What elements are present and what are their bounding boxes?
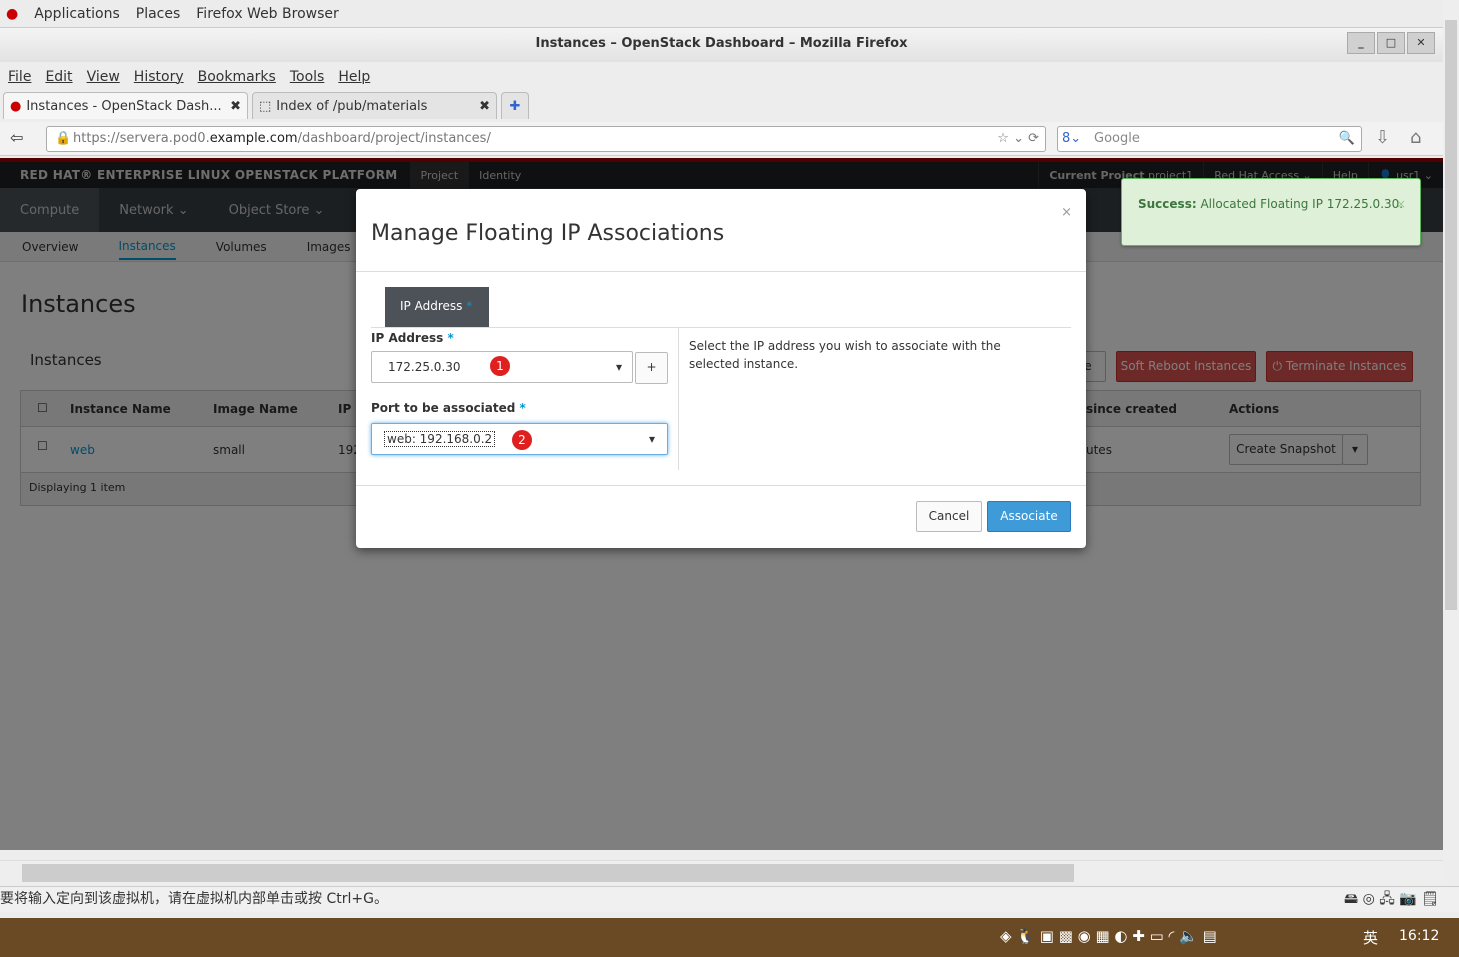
tab-materials[interactable]: ⬚ Index of /pub/materials ✖: [252, 92, 497, 119]
ip-address-label: IP Address *: [371, 331, 454, 345]
search-icon[interactable]: 🔍: [1339, 127, 1355, 151]
dropdown-arrow-icon: ▾: [648, 432, 655, 446]
navigation-toolbar: ⇦ 🔒 https://servera.pod0.example.com/dash…: [0, 122, 1443, 156]
places-menu[interactable]: Places: [136, 6, 181, 22]
allocate-ip-button[interactable]: +: [635, 352, 668, 384]
download-icon[interactable]: ⇩: [1375, 127, 1390, 148]
vm-status-bar: 要将输入定向到该虚拟机，请在虚拟机内部单击或按 Ctrl+G。 🖴 ◎ 🖧 📷 🗒: [0, 886, 1459, 912]
window-titlebar: Instances – OpenStack Dashboard – Mozill…: [0, 28, 1443, 62]
tab-strip: ● Instances - OpenStack Dash... ✖ ⬚ Index o…: [0, 92, 1443, 120]
redhat-favicon-icon: ●: [10, 98, 22, 114]
menu-bookmarks[interactable]: Bookmarks: [198, 69, 276, 85]
ime-indicator[interactable]: 英: [1363, 927, 1378, 948]
menu-bar: File Edit View History Bookmarks Tools H…: [0, 64, 1443, 90]
alert-close-icon[interactable]: ×: [1396, 195, 1406, 214]
annotation-badge-1: 1: [490, 356, 510, 376]
gnome-top-bar: ● Applications Places Firefox Web Browse…: [0, 0, 1459, 28]
floating-ip-modal: Manage Floating IP Associations × IP Add…: [356, 189, 1086, 548]
tab-ip-address[interactable]: IP Address *: [385, 287, 489, 327]
home-icon[interactable]: ⌂: [1410, 127, 1421, 148]
menu-history[interactable]: History: [134, 69, 184, 85]
clock[interactable]: 16:12: [1399, 928, 1439, 944]
page-icon: ⬚: [259, 98, 272, 114]
dropdown-arrow-icon: ▾: [615, 360, 622, 374]
menu-edit[interactable]: Edit: [45, 69, 72, 85]
cancel-button[interactable]: Cancel: [916, 501, 982, 532]
applications-menu[interactable]: Applications: [34, 6, 120, 22]
google-icon[interactable]: 8⌄: [1062, 127, 1081, 151]
window-title: Instances – OpenStack Dashboard – Mozill…: [535, 36, 908, 51]
tray-icons[interactable]: ◈ 🐧 ▣ ▩ ◉ ▦ ◐ ✚ ▭ ◜ 🔈 ▤: [1000, 927, 1217, 945]
menu-view[interactable]: View: [87, 69, 120, 85]
close-tab-icon[interactable]: ✖: [479, 99, 490, 114]
menu-help[interactable]: Help: [338, 69, 370, 85]
maximize-button[interactable]: □: [1377, 32, 1405, 54]
back-icon[interactable]: ⇦: [10, 128, 23, 147]
windows-taskbar: ◈ 🐧 ▣ ▩ ◉ ▦ ◐ ✚ ▭ ◜ 🔈 ▤ 英 16:12: [0, 918, 1459, 957]
url-bar[interactable]: 🔒 https://servera.pod0.example.com/dashbo…: [46, 126, 1046, 152]
port-label: Port to be associated *: [371, 401, 526, 415]
help-text: Select the IP address you wish to associ…: [689, 339, 1001, 371]
reload-icon[interactable]: ☆ ⌄ ⟳: [997, 127, 1039, 151]
menu-file[interactable]: File: [8, 69, 31, 85]
menu-tools[interactable]: Tools: [290, 69, 325, 85]
search-input[interactable]: 8⌄ Google 🔍: [1057, 126, 1362, 152]
lock-icon: 🔒: [55, 131, 72, 146]
minimize-button[interactable]: _: [1347, 32, 1375, 54]
modal-close-icon[interactable]: ×: [1061, 205, 1072, 220]
success-alert: Success: Allocated Floating IP 172.25.0.…: [1121, 178, 1421, 246]
horizontal-scrollbar[interactable]: [0, 860, 1443, 884]
firefox-launcher[interactable]: Firefox Web Browser: [196, 6, 339, 22]
vertical-scrollbar[interactable]: [1443, 0, 1459, 860]
close-tab-icon[interactable]: ✖: [230, 99, 241, 114]
modal-title: Manage Floating IP Associations: [371, 221, 725, 246]
annotation-badge-2: 2: [512, 430, 532, 450]
device-icons[interactable]: 🖴 ◎ 🖧 📷 🗒: [1344, 887, 1439, 911]
new-tab-button[interactable]: ✚: [501, 92, 529, 119]
associate-button[interactable]: Associate: [987, 501, 1071, 532]
redhat-icon: ●: [6, 5, 19, 22]
tab-instances[interactable]: ● Instances - OpenStack Dash... ✖: [3, 92, 248, 119]
close-window-button[interactable]: ✕: [1407, 32, 1435, 54]
